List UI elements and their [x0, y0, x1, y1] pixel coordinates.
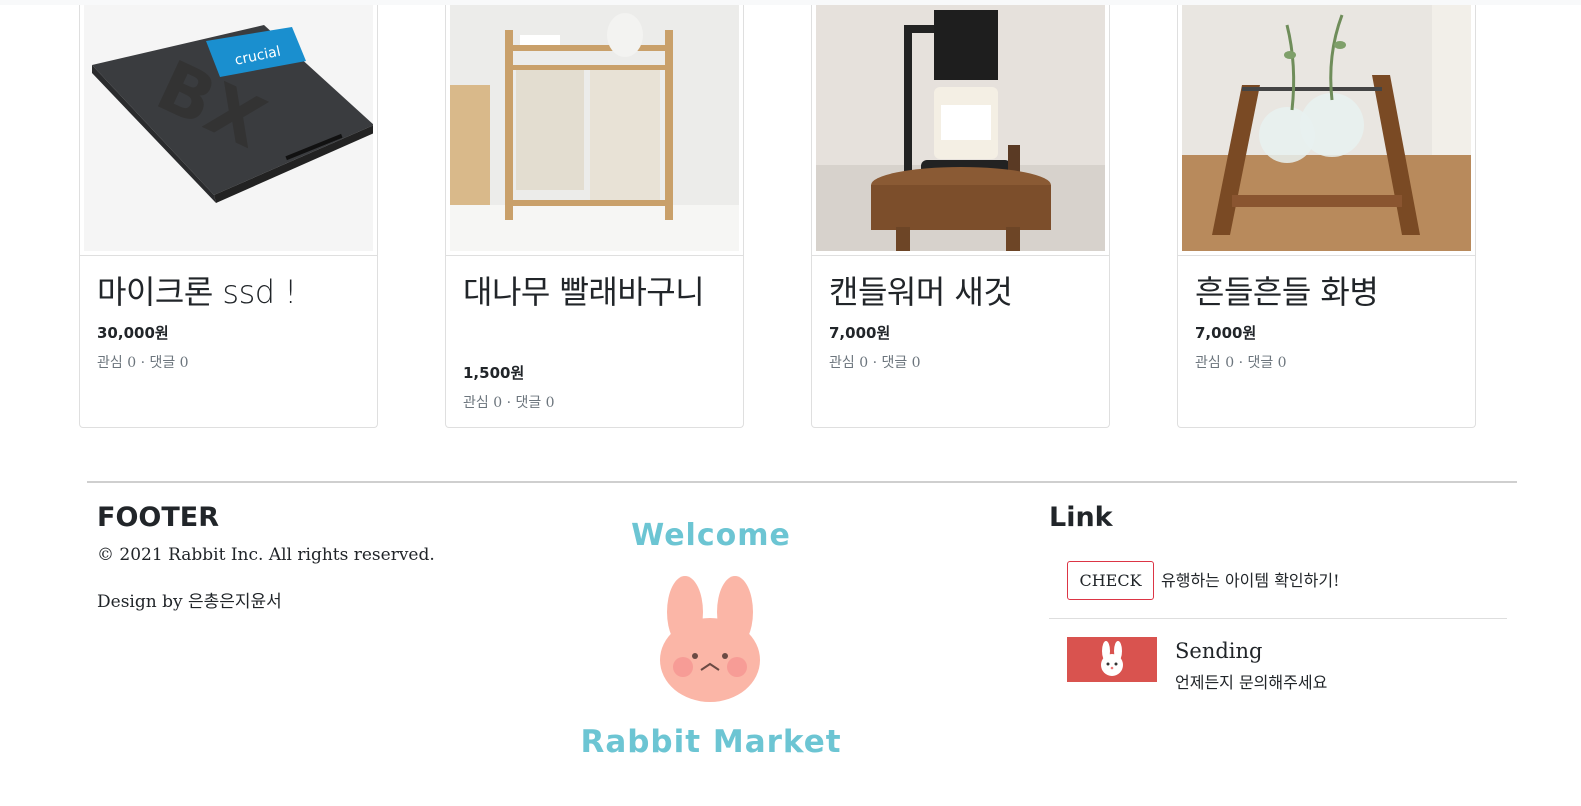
rabbit-face-icon: [660, 576, 760, 702]
check-button[interactable]: CHECK: [1067, 561, 1154, 600]
footer-design-credit: Design by 은총은지윤서: [97, 592, 282, 612]
image-divider: [1178, 255, 1475, 256]
product-image[interactable]: [450, 5, 739, 251]
links-separator: [1049, 618, 1507, 619]
product-image[interactable]: [1182, 5, 1471, 251]
candle-warmer-image: [816, 5, 1105, 251]
footer-copyright: © 2021 Rabbit Inc. All rights reserved.: [97, 545, 435, 565]
sending-title[interactable]: Sending: [1175, 639, 1262, 663]
product-image[interactable]: crucial BX: [84, 5, 373, 251]
product-meta: 관심 0 · 댓글 0: [829, 355, 921, 371]
check-description: 유행하는 아이템 확인하기!: [1161, 571, 1340, 590]
image-divider: [812, 255, 1109, 256]
footer-title: FOOTER: [97, 502, 220, 533]
product-meta: 관심 0 · 댓글 0: [97, 355, 189, 371]
links-title: Link: [1049, 502, 1113, 533]
product-title[interactable]: 마이크론 ssd !: [97, 273, 359, 312]
product-price: 7,000원: [829, 324, 891, 342]
swing-vase-image: [1182, 5, 1471, 251]
product-card[interactable]: 대나무 빨래바구니 1,500원 관심 0 · 댓글 0: [445, 5, 744, 428]
product-price: 30,000원: [97, 324, 169, 342]
image-divider: [80, 255, 377, 256]
product-card[interactable]: 흔들흔들 화병 7,000원 관심 0 · 댓글 0: [1177, 5, 1476, 428]
rabbit-icon: [1101, 641, 1123, 676]
product-price: 7,000원: [1195, 324, 1257, 342]
product-price: 1,500원: [463, 364, 525, 382]
logo-brand-name: Rabbit Market: [580, 724, 842, 760]
logo-welcome-text: Welcome: [631, 518, 791, 553]
ssd-drive-image: crucial BX: [84, 5, 373, 251]
sending-subtitle: 언제든지 문의해주세요: [1175, 673, 1328, 692]
product-card[interactable]: crucial BX 마이크론 ssd ! 30,000원 관심 0 · 댓글 …: [79, 5, 378, 428]
product-card[interactable]: 캔들워머 새것 7,000원 관심 0 · 댓글 0: [811, 5, 1110, 428]
product-meta: 관심 0 · 댓글 0: [1195, 355, 1287, 371]
footer-divider: [87, 481, 1517, 483]
sending-thumbnail[interactable]: [1067, 637, 1157, 682]
image-divider: [446, 255, 743, 256]
product-meta: 관심 0 · 댓글 0: [463, 395, 555, 411]
product-title[interactable]: 캔들워머 새것: [829, 273, 1091, 312]
product-image[interactable]: [816, 5, 1105, 251]
product-title[interactable]: 흔들흔들 화병: [1195, 273, 1457, 312]
product-title[interactable]: 대나무 빨래바구니: [463, 273, 725, 312]
laundry-basket-image: [450, 5, 739, 251]
